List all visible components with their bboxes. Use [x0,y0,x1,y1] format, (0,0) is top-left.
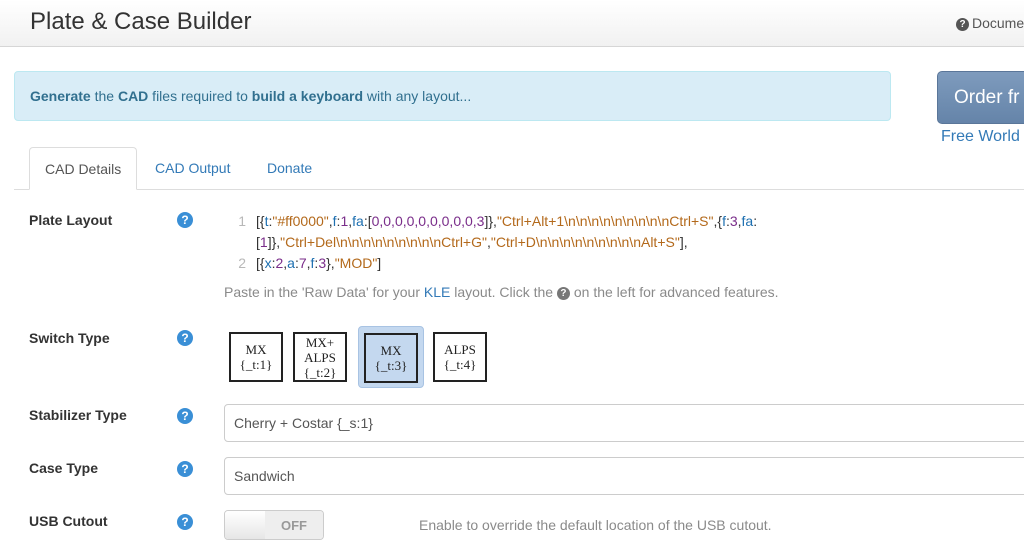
info-alert: Generate the CAD files required to build… [14,71,891,121]
hint-text: on the left for advanced features. [569,284,779,300]
code-token: x [264,255,272,271]
switch-type-options: MX {_t:1} MX+ ALPS {_t:2} MX {_t:3} ALPS… [224,326,504,388]
order-button[interactable]: Order fr [937,71,1024,124]
switch-option-line: MX [380,343,402,358]
switch-option-line: {_t:3} [374,358,408,373]
kle-link[interactable]: KLE [424,284,450,300]
shipping-link[interactable]: Free World [941,128,1020,146]
code-token: "#ff0000" [272,213,329,229]
code-token: ] [377,255,382,271]
switch-cutout-icon: MX {_t:1} [229,332,283,382]
stabilizer-type-select[interactable]: Cherry + Costar {_s:1} [224,404,1024,442]
code-token: 3 [318,255,327,271]
case-type-label: Case Type [29,460,98,476]
tab-bar: CAD Details CAD Output Donate [14,147,1024,190]
alert-text: files required to [148,88,252,104]
code-token: 0,0,0,0,0,0,0,0,0,3 [371,213,485,229]
line-number: 2 [238,255,246,271]
code-line: 1 [{t:"#ff0000",f:1,fa:[0,0,0,0,0,0,0,0,0… [224,211,1024,253]
switch-option-mx-opening[interactable]: MX {_t:3} [358,326,424,388]
code-token: }, [326,255,335,271]
switch-cutout-icon: MX+ ALPS {_t:2} [293,332,347,382]
code-token: :[ [363,213,372,229]
alert-text: the [90,88,118,104]
code-token: fa [352,213,364,229]
switch-option-line: ALPS [304,349,336,365]
documentation-label: Docume [972,15,1024,31]
switch-option-alps[interactable]: ALPS {_t:4} [428,326,494,388]
stabilizer-type-help-icon[interactable]: ? [177,408,193,424]
alert-build-keyboard: build a keyboard [251,88,364,104]
switch-option-mx-alps[interactable]: MX+ ALPS {_t:2} [288,326,354,388]
switch-cutout-icon: MX {_t:3} [364,333,418,383]
code-token: 3 [729,213,738,229]
code-token: : [753,213,758,229]
code-token: [{ [256,255,265,271]
code-token: "Ctrl+Del\n\n\n\n\n\n\n\n\nCtrl+G" [280,234,487,250]
hint-text: Paste in the 'Raw Data' for your [224,284,424,300]
plate-layout-editor[interactable]: 1 [{t:"#ff0000",f:1,fa:[0,0,0,0,0,0,0,0,0… [224,211,1024,274]
switch-option-line: ALPS [444,342,476,357]
switch-option-line: MX+ [305,334,335,350]
toggle-off-label: OFF [265,511,323,539]
alert-generate: Generate [30,88,91,104]
case-type-help-icon[interactable]: ? [177,461,193,477]
switch-option-mx[interactable]: MX {_t:1} [224,326,290,388]
alert-text: with any layout... [363,88,472,104]
documentation-link[interactable]: ? Docume [956,15,1024,31]
tab-donate[interactable]: Donate [252,147,327,189]
stabilizer-type-label: Stabilizer Type [29,407,127,423]
switch-type-help-icon[interactable]: ? [177,330,193,346]
code-token: ]}, [267,234,281,250]
hint-text: layout. Click the [450,284,557,300]
code-token: "Ctrl+Alt+1\n\n\n\n\n\n\n\n\nCtrl+S" [496,213,714,229]
usb-cutout-hint: Enable to override the default location … [419,517,772,533]
code-token: "Ctrl+D\n\n\n\n\n\n\n\n\nAlt+S" [490,234,680,250]
switch-cutout-icon: ALPS {_t:4} [433,332,487,382]
tab-cad-details[interactable]: CAD Details [29,147,138,190]
switch-option-line: MX [245,342,267,357]
code-token: ]}, [484,213,497,229]
plate-layout-hint: Paste in the 'Raw Data' for your KLE lay… [224,284,779,300]
question-circle-icon: ? [556,287,570,300]
code-token: 7 [298,255,307,271]
line-number: 1 [238,213,246,229]
switch-type-label: Switch Type [29,330,110,346]
switch-option-line: {_t:2} [303,364,337,380]
switch-option-line: {_t:4} [443,357,477,372]
app-title[interactable]: Plate & Case Builder [30,8,251,36]
plate-layout-help-icon[interactable]: ? [177,212,193,228]
code-token: "MOD" [334,255,378,271]
code-token: ,{ [713,213,723,229]
switch-option-line: {_t:1} [239,357,273,372]
code-line: 2 [{x:2,a:7,f:3},"MOD"] [224,253,1024,274]
usb-cutout-label: USB Cutout [29,513,108,529]
usb-cutout-help-icon[interactable]: ? [177,514,193,530]
toggle-knob [225,511,266,539]
code-token: ], [679,234,688,250]
case-type-select[interactable]: Sandwich [224,457,1024,495]
code-token: fa [741,213,754,229]
code-token: 1 [259,234,268,250]
code-token: a [287,255,295,271]
tab-cad-output[interactable]: CAD Output [140,147,245,189]
code-token: [{ [256,213,265,229]
top-navbar: Plate & Case Builder ? Docume [0,0,1024,47]
plate-layout-label: Plate Layout [29,212,113,228]
alert-cad: CAD [117,88,149,104]
question-circle-icon: ? [956,18,969,31]
